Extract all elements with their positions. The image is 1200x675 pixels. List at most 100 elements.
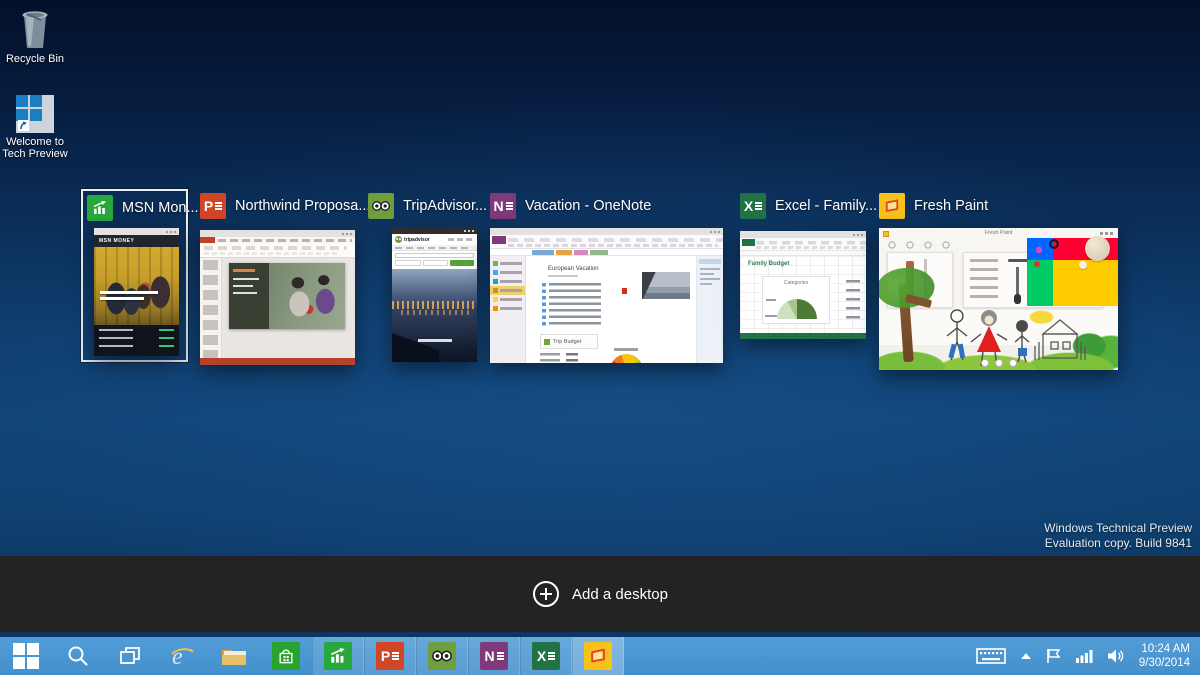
window-header: MSN Mon... bbox=[87, 194, 199, 222]
window-title: MSN Mon... bbox=[122, 200, 199, 216]
window-header: N Vacation - OneNote bbox=[490, 192, 651, 220]
task-view-window-msn-money[interactable]: MSN Mon... MSN MONEY bbox=[81, 189, 199, 362]
ppt-tab-labels bbox=[218, 238, 352, 242]
internet-explorer-button[interactable]: e bbox=[156, 637, 208, 675]
fresh-paint-thumbnail[interactable]: Fresh Paint bbox=[879, 228, 1118, 370]
ta-search-area bbox=[392, 251, 477, 269]
ppt-canvas bbox=[222, 258, 355, 358]
network-button[interactable] bbox=[1075, 649, 1093, 663]
notebook-row bbox=[490, 277, 525, 286]
desktop-icon-label: Recycle Bin bbox=[5, 53, 65, 65]
brush bbox=[1014, 267, 1020, 304]
powerpoint-thumbnail[interactable] bbox=[200, 230, 355, 365]
show-hidden-icons-button[interactable] bbox=[1020, 652, 1032, 660]
taskbar-app-msn-money[interactable] bbox=[312, 637, 364, 675]
chart-title: Categories bbox=[783, 280, 809, 286]
onenote-page: European Vacation Trip Budget bbox=[526, 256, 696, 363]
search-button[interactable] bbox=[52, 637, 104, 675]
notebook-row bbox=[490, 268, 525, 277]
excel-grid: Family Budget Categories bbox=[740, 256, 866, 333]
internet-explorer-icon: e bbox=[171, 644, 194, 670]
watermark-line1: Windows Technical Preview bbox=[1044, 521, 1192, 535]
msn-header: MSN MONEY bbox=[94, 235, 179, 247]
task-view-button[interactable] bbox=[104, 637, 156, 675]
ticker-labels bbox=[99, 329, 133, 352]
window-controls bbox=[1110, 232, 1113, 235]
prague-photo bbox=[642, 272, 690, 299]
taskbar-app-fresh-paint[interactable] bbox=[572, 637, 624, 675]
touch-keyboard-button[interactable] bbox=[976, 646, 1006, 666]
ta-header: tripadvisor bbox=[392, 234, 477, 245]
desktop-icon-recycle-bin[interactable]: Recycle Bin bbox=[0, 8, 70, 65]
taskbar-app-onenote[interactable]: N bbox=[468, 637, 520, 675]
task-view-window-onenote[interactable]: N Vacation - OneNote European Vacation T… bbox=[488, 190, 723, 364]
thumb-titlebar bbox=[740, 231, 866, 238]
window-title: Excel - Family... bbox=[775, 198, 878, 214]
ta-search-button bbox=[450, 260, 474, 266]
windows-logo-icon bbox=[16, 95, 54, 121]
checklist-boxes bbox=[542, 283, 546, 327]
welcome-tile-icon bbox=[16, 95, 54, 133]
excel-thumbnail[interactable]: Family Budget Categories bbox=[740, 231, 866, 339]
notebook-row-selected bbox=[490, 286, 525, 295]
ppt-slide-text-panel bbox=[229, 263, 269, 329]
powerpoint-icon: P bbox=[376, 642, 404, 670]
foreground-rock bbox=[392, 326, 439, 362]
budget-table-values bbox=[566, 353, 578, 363]
section-tab bbox=[556, 250, 572, 255]
clock-time: 10:24 AM bbox=[1141, 643, 1190, 655]
file-explorer-button[interactable] bbox=[208, 637, 260, 675]
clock[interactable]: 10:24 AM 9/30/2014 bbox=[1139, 642, 1190, 670]
store-button[interactable] bbox=[260, 637, 312, 675]
build-watermark: Windows Technical Preview Evaluation cop… bbox=[1044, 521, 1192, 551]
page-date bbox=[548, 275, 578, 277]
ppt-status-bar bbox=[200, 358, 355, 365]
excel-file-tab bbox=[742, 239, 755, 246]
taskbar-app-powerpoint[interactable]: P bbox=[364, 637, 416, 675]
brush-options-list bbox=[970, 259, 998, 303]
city-lights bbox=[392, 300, 477, 309]
start-button[interactable] bbox=[0, 637, 52, 675]
onenote-thumbnail[interactable]: European Vacation Trip Budget bbox=[490, 228, 723, 363]
task-view-window-powerpoint[interactable]: P Northwind Proposa... bbox=[198, 190, 370, 366]
taskbar: e P N X 10:24 AM 9/30/2014 bbox=[0, 637, 1200, 675]
msn-money-thumbnail[interactable]: MSN MONEY bbox=[94, 228, 179, 356]
onenote-icon: N bbox=[480, 642, 508, 670]
volume-button[interactable] bbox=[1107, 648, 1125, 664]
taskbar-app-excel[interactable]: X bbox=[520, 637, 572, 675]
painting-canvas bbox=[879, 283, 1118, 370]
watermark-line2: Evaluation copy. Build 9841 bbox=[1044, 536, 1192, 550]
task-view-window-fresh-paint[interactable]: Fresh Paint Fresh Paint bbox=[877, 190, 1119, 371]
fresh-paint-icon bbox=[879, 193, 905, 219]
task-view-window-excel[interactable]: X Excel - Family... Family Budget Catego… bbox=[738, 190, 877, 340]
window-header: P Northwind Proposa... bbox=[200, 192, 370, 220]
excel-status-bar bbox=[740, 333, 866, 339]
fresh-paint-titlebar-icon bbox=[883, 231, 889, 237]
chart-label bbox=[766, 299, 776, 301]
desktop-icon-welcome[interactable]: Welcome to Tech Preview bbox=[0, 95, 70, 160]
msn-money-icon bbox=[87, 195, 113, 221]
msn-caption-line bbox=[100, 290, 158, 295]
toolbar-buttons bbox=[887, 240, 951, 249]
action-center-button[interactable] bbox=[1046, 648, 1062, 664]
task-view-window-tripadvisor[interactable]: TripAdvisor... tripadvisor bbox=[366, 190, 487, 363]
ppt-slide bbox=[229, 263, 345, 329]
task-view-icon bbox=[120, 647, 140, 664]
onenote-icon: N bbox=[490, 193, 516, 219]
ticker-values bbox=[159, 329, 174, 352]
onenote-body: European Vacation Trip Budget bbox=[490, 256, 723, 363]
add-desktop-button[interactable]: Add a desktop bbox=[532, 580, 668, 608]
clock-date: 9/30/2014 bbox=[1138, 657, 1190, 669]
window-title: Northwind Proposa... bbox=[235, 198, 371, 214]
water-reflection bbox=[400, 309, 473, 315]
excel-ribbon bbox=[740, 238, 866, 251]
flag-icon bbox=[1047, 649, 1061, 663]
thumb-titlebar bbox=[392, 227, 477, 234]
chevron-up-icon bbox=[1020, 653, 1031, 659]
system-tray: 10:24 AM 9/30/2014 bbox=[976, 637, 1200, 675]
ta-field bbox=[395, 260, 421, 266]
speaker-icon bbox=[1107, 649, 1124, 663]
tripadvisor-thumbnail[interactable]: tripadvisor bbox=[392, 227, 477, 362]
window-header: TripAdvisor... bbox=[368, 192, 487, 220]
taskbar-app-tripadvisor[interactable] bbox=[416, 637, 468, 675]
